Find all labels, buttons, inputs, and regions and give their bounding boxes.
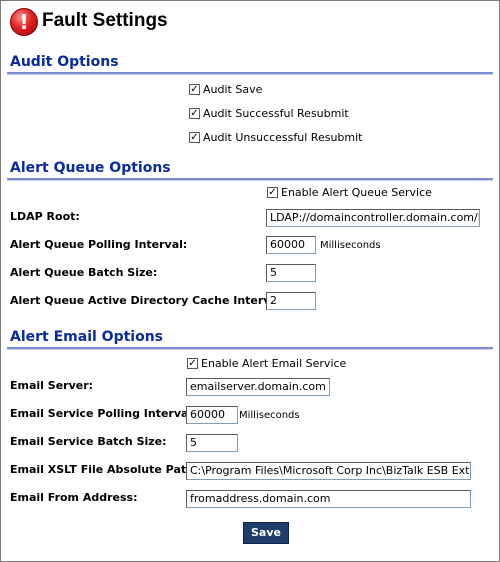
audit-unsuccessful-resubmit-label: Audit Unsuccessful Resubmit — [203, 131, 363, 144]
email-service-batch-size-label: Email Service Batch Size: — [10, 435, 167, 448]
section-divider — [7, 347, 493, 350]
enable-alert-email-label: Enable Alert Email Service — [201, 357, 347, 370]
save-button[interactable]: Save — [243, 522, 289, 544]
enable-alert-queue-checkbox[interactable]: ✓ — [267, 187, 278, 198]
ldap-root-label: LDAP Root: — [10, 210, 80, 223]
email-xslt-path-input[interactable]: C:\Program Files\Microsoft Corp Inc\BizT… — [186, 462, 471, 480]
enable-alert-email-checkbox[interactable]: ✓ — [187, 358, 198, 369]
alert-queue-polling-unit: Milliseconds — [320, 240, 381, 251]
fault-settings-panel: ! Fault Settings Audit Options ✓ Audit S… — [0, 0, 500, 562]
alert-queue-cache-interval-input[interactable]: 2 — [266, 292, 316, 310]
email-service-polling-unit: Milliseconds — [239, 410, 300, 421]
alert-queue-cache-interval-label: Alert Queue Active Directory Cache Inter… — [10, 294, 287, 307]
email-from-address-input[interactable]: fromaddress.domain.com — [186, 490, 471, 508]
alert-queue-batch-size-input[interactable]: 5 — [266, 264, 316, 282]
alert-queue-batch-size-label: Alert Queue Batch Size: — [10, 266, 158, 279]
audit-save-label: Audit Save — [203, 83, 263, 96]
audit-unsuccessful-resubmit-checkbox[interactable]: ✓ — [189, 132, 200, 143]
ldap-root-input[interactable]: LDAP://domaincontroller.domain.com/DC=do… — [266, 209, 480, 227]
section-divider — [7, 178, 493, 181]
email-server-input[interactable]: emailserver.domain.com — [186, 378, 330, 396]
alert-email-options-title: Alert Email Options — [10, 329, 164, 345]
audit-successful-resubmit-label: Audit Successful Resubmit — [203, 107, 349, 120]
email-service-polling-interval-label: Email Service Polling Interval: — [10, 407, 197, 420]
enable-alert-queue-label: Enable Alert Queue Service — [281, 186, 432, 199]
audit-successful-resubmit-checkbox[interactable]: ✓ — [189, 108, 200, 119]
error-exclamation-icon: ! — [10, 8, 38, 36]
email-service-batch-size-input[interactable]: 5 — [186, 434, 238, 452]
email-from-address-label: Email From Address: — [10, 491, 138, 504]
alert-queue-options-title: Alert Queue Options — [10, 160, 171, 176]
audit-options-title: Audit Options — [10, 54, 119, 70]
audit-save-checkbox[interactable]: ✓ — [189, 84, 200, 95]
section-divider — [7, 72, 493, 75]
page-title: Fault Settings — [42, 10, 168, 31]
alert-queue-polling-interval-input[interactable]: 60000 — [266, 236, 316, 254]
email-service-polling-interval-input[interactable]: 60000 — [186, 406, 238, 424]
alert-queue-polling-interval-label: Alert Queue Polling Interval: — [10, 238, 188, 251]
email-server-label: Email Server: — [10, 379, 94, 392]
email-xslt-path-label: Email XSLT File Absolute Path: — [10, 463, 199, 476]
